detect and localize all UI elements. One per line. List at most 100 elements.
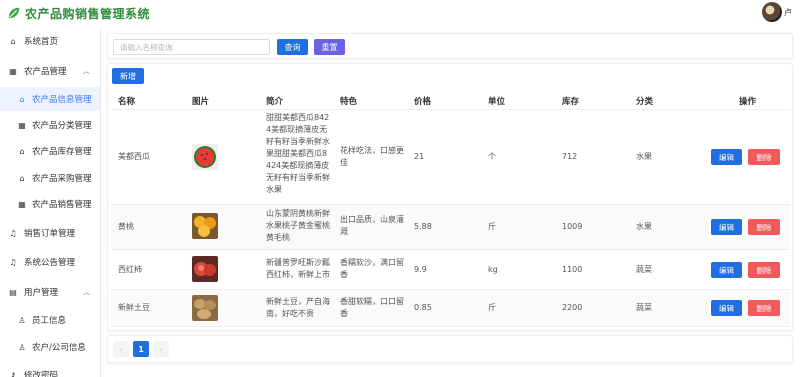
lock-icon: ⚷ <box>10 370 16 377</box>
bell-icon: ♫ <box>9 228 17 238</box>
product-image-peach <box>192 213 218 239</box>
user-icon: ♙ <box>18 315 26 325</box>
column-header-stock: 库存 <box>562 97 580 107</box>
column-header-price: 价格 <box>414 97 432 107</box>
sidebar: ⌂ 系统首页 ▦ 农产品管理 ︿ ⌂ 农产品信息管理 ▦ 农产品分类管理 ⌂ 农… <box>0 28 101 377</box>
edit-button[interactable]: 编辑 <box>711 149 742 165</box>
cell-intro: 山东蒙阴黄桃新鲜 水果桃子黄金蜜桃 黄毛桃 <box>266 209 330 242</box>
sidebar-item-product-management[interactable]: ▦ 农产品管理 ︿ <box>0 59 100 83</box>
product-image-tomato <box>192 256 218 282</box>
column-header-actions: 操作 <box>739 97 757 107</box>
delete-button[interactable]: 删除 <box>748 262 780 278</box>
sidebar-item-farmer-info[interactable]: ♙ 农户/公司信息 <box>0 335 100 359</box>
search-bar: 查询 重置 <box>107 33 793 59</box>
user-menu[interactable]: 卢 <box>762 2 792 22</box>
column-header-intro: 简介 <box>266 97 284 107</box>
sidebar-item-label: 农产品信息管理 <box>32 95 92 105</box>
sidebar-item-label: 修改密码 <box>24 371 59 377</box>
sidebar-item-label: 系统首页 <box>24 37 59 47</box>
next-page-button[interactable]: › <box>153 341 169 357</box>
table-row: 西红柿 新疆普罗旺斯沙瓤 西红柿，新鲜上市 香糯软沙，满口留 香 9.9 kg … <box>111 250 790 290</box>
chevron-up-icon[interactable]: ︿ <box>83 66 90 76</box>
delete-button[interactable]: 删除 <box>748 219 780 235</box>
product-image-potato <box>192 295 218 321</box>
column-header-unit: 单位 <box>488 97 506 107</box>
cell-feature: 香糯软沙，满口留 香 <box>340 258 404 279</box>
column-header-name: 名称 <box>118 97 136 107</box>
sidebar-item-label: 农户/公司信息 <box>32 343 86 353</box>
sidebar-item-employee-info[interactable]: ♙ 员工信息 <box>0 308 100 332</box>
sidebar-item-label: 销售订单管理 <box>24 229 76 239</box>
house-icon: ⌂ <box>19 173 25 183</box>
sidebar-item-user-management[interactable]: ▤ 用户管理 ︿ <box>0 280 100 304</box>
cell-stock: 1100 <box>562 265 583 274</box>
product-table-card: 新增 名称 图片 简介 特色 价格 单位 库存 分类 操作 美都西瓜 甜甜美都西… <box>107 63 793 331</box>
cell-price: 5.88 <box>414 222 432 231</box>
cell-intro: 新疆普罗旺斯沙瓤 西红柿，新鲜上市 <box>266 258 330 279</box>
cell-name: 西红柿 <box>118 265 142 274</box>
cell-stock: 2200 <box>562 303 583 312</box>
sidebar-item-label: 农产品销售管理 <box>32 200 92 210</box>
sidebar-item-label: 员工信息 <box>32 316 67 326</box>
cell-price: 21 <box>414 152 425 161</box>
avatar[interactable] <box>762 2 782 22</box>
grid-icon: ▦ <box>9 66 17 76</box>
delete-button[interactable]: 删除 <box>748 149 780 165</box>
house-icon: ⌂ <box>19 94 25 104</box>
table-row: 黄桃 山东蒙阴黄桃新鲜 水果桃子黄金蜜桃 黄毛桃 出口品质，山泉灌 溉 5.88… <box>111 205 790 250</box>
user-icon: ♙ <box>18 342 26 352</box>
sidebar-item-label: 农产品库存管理 <box>32 147 92 157</box>
sidebar-item-home[interactable]: ⌂ 系统首页 <box>0 29 100 53</box>
add-button[interactable]: 新增 <box>112 68 144 84</box>
sidebar-item-label: 用户管理 <box>24 288 59 298</box>
sidebar-item-product-stock[interactable]: ⌂ 农产品库存管理 <box>0 139 100 163</box>
sidebar-item-label: 农产品分类管理 <box>32 121 92 131</box>
column-header-image: 图片 <box>192 97 210 107</box>
cell-feature: 花样吃法，口感更 佳 <box>340 146 404 167</box>
sidebar-item-product-sales[interactable]: ▦ 农产品销售管理 <box>0 192 100 216</box>
cell-category: 水果 <box>636 222 652 231</box>
sidebar-item-sales-orders[interactable]: ♫ 销售订单管理 <box>0 221 100 245</box>
cell-price: 9.9 <box>414 265 427 274</box>
cell-intro: 新鲜土豆，产自海 南，好吃不贵 <box>266 297 330 318</box>
delete-button[interactable]: 删除 <box>748 300 780 316</box>
cell-feature: 香甜软糯，口口留 香 <box>340 297 404 318</box>
house-icon: ⌂ <box>19 146 25 156</box>
prev-page-button[interactable]: ‹ <box>113 341 129 357</box>
edit-button[interactable]: 编辑 <box>711 300 742 316</box>
sidebar-item-announcements[interactable]: ♫ 系统公告管理 <box>0 250 100 274</box>
edit-button[interactable]: 编辑 <box>711 262 742 278</box>
user-name[interactable]: 卢 <box>784 7 792 18</box>
reset-button[interactable]: 重置 <box>314 39 345 55</box>
cell-stock: 1009 <box>562 222 583 231</box>
grid-icon: ▦ <box>18 120 26 130</box>
cell-name: 美都西瓜 <box>118 152 150 161</box>
home-icon: ⌂ <box>10 36 16 46</box>
cell-intro: 甜甜美都西瓜842 4美都现摘薄皮无 籽有籽当季新鲜水 果甜甜美都西瓜8 424… <box>266 113 330 194</box>
edit-button[interactable]: 编辑 <box>711 219 742 235</box>
user-group-icon: ▤ <box>9 287 17 297</box>
chevron-up-icon[interactable]: ︿ <box>83 287 90 297</box>
sidebar-item-product-category[interactable]: ▦ 农产品分类管理 <box>0 113 100 137</box>
cell-name: 黄桃 <box>118 222 134 231</box>
cell-category: 水果 <box>636 152 652 161</box>
cell-feature: 出口品质，山泉灌 溉 <box>340 215 404 236</box>
sidebar-item-label: 系统公告管理 <box>24 258 76 268</box>
cell-category: 蔬菜 <box>636 265 652 274</box>
sidebar-item-label: 农产品管理 <box>24 67 67 77</box>
cell-price: 0.85 <box>414 303 432 312</box>
app-title: 农产品购销售管理系统 <box>25 6 151 21</box>
app-header: 农产品购销售管理系统 卢 <box>0 0 800 26</box>
sidebar-item-product-purchase[interactable]: ⌂ 农产品采购管理 <box>0 166 100 190</box>
query-button[interactable]: 查询 <box>277 39 308 55</box>
sidebar-item-change-password[interactable]: ⚷ 修改密码 <box>0 363 100 377</box>
column-header-category: 分类 <box>636 97 654 107</box>
product-image-watermelon <box>192 144 218 170</box>
grid-icon: ▦ <box>18 199 26 209</box>
cell-unit: 斤 <box>488 303 496 312</box>
sidebar-item-product-info[interactable]: ⌂ 农产品信息管理 <box>0 87 100 111</box>
cell-name: 新鲜土豆 <box>118 303 150 312</box>
search-input[interactable] <box>113 39 270 55</box>
page-number-button[interactable]: 1 <box>133 341 149 357</box>
column-header-feature: 特色 <box>340 97 358 107</box>
